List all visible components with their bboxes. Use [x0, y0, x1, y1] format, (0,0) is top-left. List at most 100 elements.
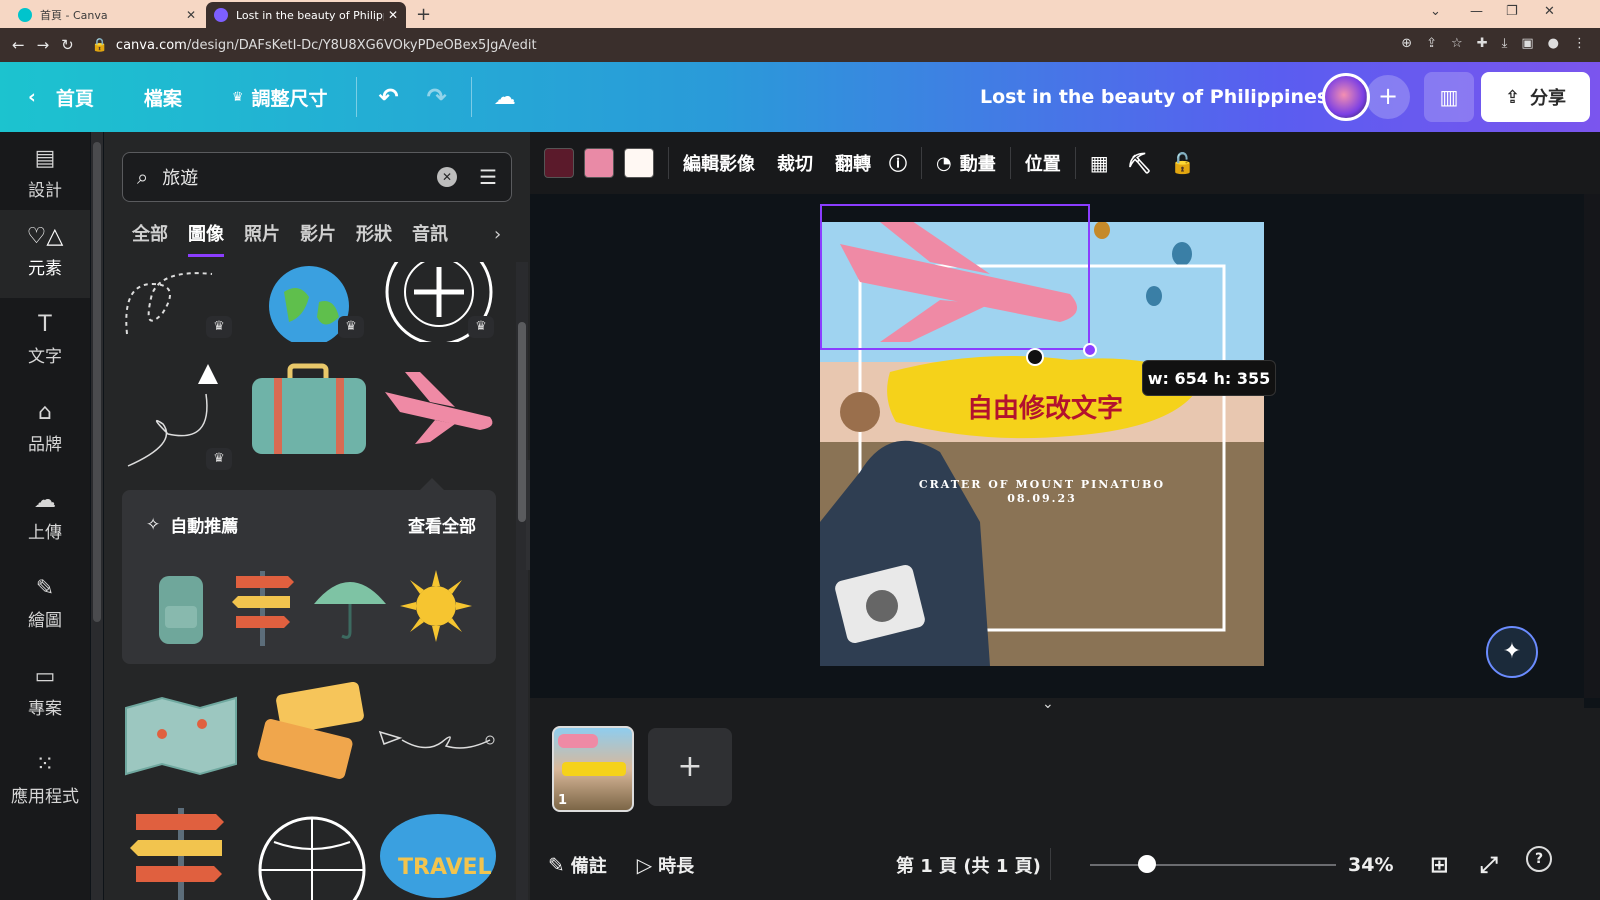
avatar[interactable]	[1322, 73, 1370, 121]
headline-text[interactable]: 自由修改文字	[940, 388, 1150, 425]
grid-view-icon[interactable]: ⊞	[1430, 853, 1448, 878]
clear-search-icon[interactable]: ✕	[437, 167, 458, 187]
tab-shapes[interactable]: 形狀	[356, 220, 392, 257]
travel-collage-graphic[interactable]: TRAVEL	[376, 804, 500, 900]
date-text[interactable]: 08.09.23	[892, 492, 1192, 505]
restore-icon[interactable]: ❐	[1506, 4, 1518, 19]
zoom-level[interactable]: 34%	[1348, 854, 1393, 876]
sun-graphic[interactable]	[398, 566, 474, 646]
back-icon[interactable]: ←	[12, 36, 25, 54]
tab-all[interactable]: 全部	[132, 220, 168, 257]
invite-plus-button[interactable]: +	[1366, 75, 1410, 119]
file-menu-button[interactable]: 檔案	[144, 84, 182, 111]
add-page-button[interactable]: +	[648, 728, 732, 806]
page-indicator[interactable]: 第 1 頁 (共 1 頁)	[896, 852, 1041, 878]
edit-image-button[interactable]: 編輯影像	[683, 150, 755, 176]
redo-icon[interactable]: ↷	[427, 83, 447, 111]
cloud-saved-icon[interactable]: ☁	[494, 85, 516, 110]
tickets-graphic[interactable]	[250, 682, 370, 794]
profile-icon[interactable]: ●	[1548, 36, 1559, 51]
backpack-graphic[interactable]	[146, 564, 216, 648]
chevron-right-icon[interactable]: ›	[494, 224, 501, 245]
globe-graphic[interactable]: ♛	[250, 262, 368, 342]
plane-globe-graphic[interactable]: ♛	[380, 262, 498, 342]
fullscreen-icon[interactable]: ⤢	[1480, 853, 1498, 878]
lock-icon[interactable]: 🔓	[1170, 151, 1195, 175]
rotate-handle[interactable]	[1026, 348, 1044, 366]
minimize-icon[interactable]: —	[1470, 4, 1483, 19]
rail-item-apps[interactable]: ⁙ 應用程式	[0, 738, 90, 826]
search-input[interactable]: 旅遊	[162, 164, 437, 190]
canvas-h-scrollbar[interactable]	[530, 698, 1584, 708]
info-icon[interactable]: ⓘ	[889, 150, 907, 176]
tab-search-icon[interactable]: ⌄	[1430, 4, 1441, 19]
home-button[interactable]: 首頁	[56, 84, 94, 111]
insights-chart-icon[interactable]: ▥	[1424, 72, 1474, 122]
plane-heart-path-graphic[interactable]: ♛	[118, 354, 236, 474]
flip-button[interactable]: 翻轉	[835, 150, 871, 176]
dashed-path-graphic[interactable]: ♛	[118, 262, 236, 342]
tab-graphics[interactable]: 圖像	[188, 220, 224, 257]
umbrella-graphic[interactable]	[312, 570, 388, 644]
position-button[interactable]: 位置	[1025, 150, 1061, 176]
reload-icon[interactable]: ↻	[61, 36, 74, 54]
rail-item-design[interactable]: ▤ 設計	[0, 132, 90, 220]
duration-button[interactable]: 時長	[658, 852, 694, 878]
crop-button[interactable]: 裁切	[777, 150, 813, 176]
resize-button[interactable]: 調整尺寸	[252, 84, 328, 111]
subtitle-text[interactable]: CRATER OF MOUNT PINATUBO	[892, 478, 1192, 491]
resize-handle[interactable]	[1083, 343, 1097, 357]
browser-tab-home[interactable]: 首頁 - Canva ✕	[10, 2, 204, 28]
suitcase-graphic[interactable]	[250, 360, 368, 460]
direction-signs-graphic[interactable]	[126, 804, 236, 900]
panel-scrollbar[interactable]	[516, 262, 528, 900]
paper-plane-path-graphic[interactable]	[376, 712, 500, 764]
animate-button[interactable]: 動畫	[960, 150, 996, 176]
world-map-graphic[interactable]	[122, 694, 240, 778]
tab-audio[interactable]: 音訊	[412, 220, 448, 257]
rail-scrollbar[interactable]	[91, 132, 103, 900]
close-tab-icon[interactable]: ✕	[388, 8, 398, 22]
canvas-v-scrollbar[interactable]	[1584, 194, 1600, 698]
globe-plane-outline-graphic[interactable]	[254, 812, 370, 900]
filter-sliders-icon[interactable]: ☰	[479, 165, 497, 189]
rail-item-brand[interactable]: ⌂ 品牌	[0, 386, 90, 474]
rail-item-upload[interactable]: ☁ 上傳	[0, 474, 90, 562]
design-title[interactable]: Lost in the beauty of Philippines	[980, 86, 1328, 108]
bookmark-star-icon[interactable]: ☆	[1451, 36, 1463, 51]
menu-icon[interactable]: ⋮	[1573, 36, 1586, 51]
rail-item-text[interactable]: T 文字	[0, 298, 90, 386]
rail-item-elements[interactable]: ♡△ 元素	[0, 210, 90, 298]
paint-roller-icon[interactable]: ⛏	[1127, 151, 1152, 175]
help-icon[interactable]: ?	[1526, 846, 1552, 872]
back-chevron-icon[interactable]: ‹	[28, 86, 36, 108]
new-tab-button[interactable]: +	[416, 4, 431, 25]
magic-sparkle-button[interactable]: ✦	[1486, 626, 1538, 678]
color-swatch-1[interactable]	[544, 148, 574, 178]
signpost-graphic[interactable]	[228, 564, 298, 648]
sidepanel-icon[interactable]: ▣	[1521, 36, 1533, 51]
rail-item-projects[interactable]: ▭ 專案	[0, 650, 90, 738]
zoom-icon[interactable]: ⊕	[1401, 36, 1412, 51]
extensions-icon[interactable]: ✚	[1477, 36, 1488, 51]
browser-tab-design[interactable]: Lost in the beauty of Philippine ✕	[206, 2, 406, 28]
notes-button[interactable]: 備註	[571, 852, 607, 878]
color-swatch-2[interactable]	[584, 148, 614, 178]
tab-videos[interactable]: 影片	[300, 220, 336, 257]
zoom-slider-knob[interactable]	[1138, 855, 1156, 873]
share-page-icon[interactable]: ⇪	[1426, 36, 1437, 51]
window-close-icon[interactable]: ✕	[1544, 4, 1555, 19]
close-tab-icon[interactable]: ✕	[186, 8, 196, 22]
undo-icon[interactable]: ↶	[379, 83, 399, 111]
forward-icon[interactable]: →	[37, 36, 50, 54]
color-swatch-3[interactable]	[624, 148, 654, 178]
zoom-slider[interactable]	[1090, 864, 1336, 866]
url-field[interactable]: 🔒 canva.com /design/DAFsKetI-Dc/Y8U8XG6V…	[92, 38, 537, 53]
transparency-icon[interactable]: ▦	[1090, 151, 1109, 175]
rail-item-draw[interactable]: ✎ 繪圖	[0, 562, 90, 650]
pink-plane-graphic[interactable]	[380, 372, 498, 444]
share-button[interactable]: ⇪ 分享	[1481, 72, 1590, 122]
download-icon[interactable]: ⤓	[1502, 36, 1508, 51]
page-thumbnail[interactable]: 1	[552, 726, 634, 812]
chevron-down-icon[interactable]: ⌄	[1042, 696, 1054, 712]
